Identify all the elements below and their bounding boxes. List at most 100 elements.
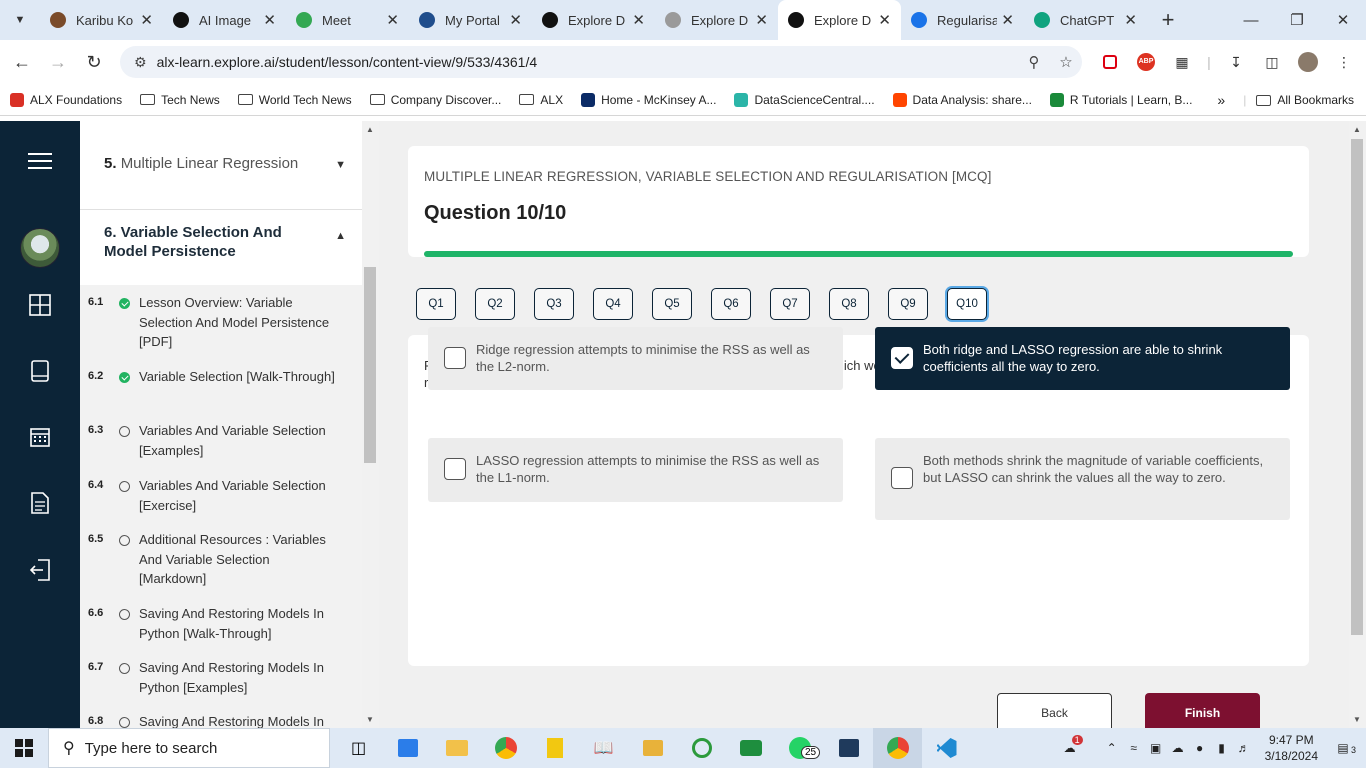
restore-icon[interactable]: ❐: [1274, 0, 1320, 40]
calendar-icon[interactable]: [28, 425, 52, 449]
bookmark-star-icon[interactable]: ☆: [1050, 53, 1082, 71]
chevron-up-tray-icon[interactable]: ⌃: [1101, 741, 1123, 755]
answer-option[interactable]: LASSO regression attempts to minimise th…: [428, 438, 843, 502]
question-nav-button[interactable]: Q6: [711, 288, 751, 320]
scroll-up-arrow-icon[interactable]: ▲: [366, 125, 374, 134]
downloads-icon[interactable]: ↧: [1218, 46, 1254, 78]
profile-avatar[interactable]: [1290, 46, 1326, 78]
scroll-down-arrow-icon[interactable]: ▼: [366, 715, 374, 724]
forward-arrow-icon[interactable]: →: [40, 44, 76, 80]
checked-checkbox-icon[interactable]: [891, 347, 913, 369]
question-nav-button[interactable]: Q1: [416, 288, 456, 320]
bookmark-item[interactable]: Data Analysis: share...: [892, 92, 1032, 107]
reload-icon[interactable]: ↻: [76, 44, 112, 80]
browser-tab[interactable]: Regularisa ✕: [901, 0, 1024, 40]
bookmark-item[interactable]: ALX Foundations: [10, 92, 122, 107]
chevron-down-icon[interactable]: ▼: [335, 159, 346, 171]
checkbox[interactable]: [891, 467, 913, 489]
vscode-icon[interactable]: [922, 728, 971, 768]
store-app-icon[interactable]: [383, 728, 432, 768]
browser-tab[interactable]: Explore D ✕: [532, 0, 655, 40]
minimize-icon[interactable]: —: [1228, 0, 1274, 40]
question-nav-button[interactable]: Q5: [652, 288, 692, 320]
tab-close-icon[interactable]: ✕: [263, 11, 276, 29]
tab-close-icon[interactable]: ✕: [1124, 11, 1137, 29]
camera-icon[interactable]: ▣: [1145, 741, 1167, 755]
windows-start-icon[interactable]: [0, 728, 48, 768]
document-icon[interactable]: [28, 491, 52, 515]
sidebar-scrollbar[interactable]: ▲ ▼: [362, 121, 379, 728]
new-tab-plus-icon[interactable]: +: [1153, 0, 1183, 40]
url-text[interactable]: alx-learn.explore.ai/student/lesson/cont…: [157, 54, 1018, 70]
close-window-icon[interactable]: ✕: [1320, 0, 1366, 40]
user-avatar[interactable]: [20, 228, 60, 268]
question-nav-button[interactable]: Q3: [534, 288, 574, 320]
page-scrollbar[interactable]: ▲ ▼: [1349, 121, 1366, 728]
book-icon[interactable]: [28, 359, 52, 383]
battery-icon[interactable]: ▮: [1211, 741, 1233, 755]
extensions-puzzle-icon[interactable]: ▦: [1164, 46, 1200, 78]
weather-icon[interactable]: ☁ 1: [1053, 735, 1087, 755]
hamburger-menu-icon[interactable]: [28, 149, 52, 173]
bookmark-item[interactable]: DataScienceCentral....: [734, 92, 875, 107]
adblock-extension-icon[interactable]: ABP: [1128, 46, 1164, 78]
tableau-app-icon[interactable]: [824, 728, 873, 768]
bookmark-item[interactable]: Home - McKinsey A...: [581, 92, 716, 107]
page-scroll-down-icon[interactable]: ▼: [1353, 715, 1361, 724]
tab-close-icon[interactable]: ✕: [140, 11, 153, 29]
taskbar-search[interactable]: ⚲ Type here to search: [48, 728, 330, 768]
files-app-icon[interactable]: [628, 728, 677, 768]
question-nav-button[interactable]: Q7: [770, 288, 810, 320]
meet-app-icon[interactable]: [726, 728, 775, 768]
answer-option[interactable]: Ridge regression attempts to minimise th…: [428, 327, 843, 390]
omnibox[interactable]: ⚙ alx-learn.explore.ai/student/lesson/co…: [120, 46, 1082, 78]
question-nav-button[interactable]: Q10: [947, 288, 987, 320]
back-arrow-icon[interactable]: ←: [4, 44, 40, 80]
bookmark-item[interactable]: Company Discover...: [369, 93, 501, 107]
tab-close-icon[interactable]: ✕: [632, 11, 645, 29]
tab-search-chevron-icon[interactable]: ▼: [8, 8, 32, 32]
browser-tab[interactable]: Explore D ✕: [655, 0, 778, 40]
chrome-app-icon[interactable]: [481, 728, 530, 768]
dashboard-grid-icon[interactable]: [28, 293, 52, 317]
browser-tab[interactable]: ChatGPT ✕: [1024, 0, 1147, 40]
whatsapp-icon[interactable]: 25: [775, 728, 824, 768]
cloud-sync-icon[interactable]: ☁: [1167, 741, 1189, 755]
browser-tab[interactable]: AI Image ✕: [163, 0, 286, 40]
logout-icon[interactable]: [28, 558, 52, 582]
question-nav-button[interactable]: Q8: [829, 288, 869, 320]
sidebar-scroll-thumb[interactable]: [364, 267, 376, 463]
page-scroll-up-icon[interactable]: ▲: [1353, 125, 1361, 134]
all-bookmarks-link[interactable]: All Bookmarks: [1277, 93, 1354, 107]
answer-option[interactable]: Both methods shrink the magnitude of var…: [875, 438, 1290, 520]
bookmark-item[interactable]: Tech News: [140, 93, 220, 107]
back-button[interactable]: Back: [997, 693, 1112, 728]
tab-close-icon[interactable]: ✕: [878, 11, 891, 29]
volume-icon[interactable]: ♬: [1233, 741, 1255, 755]
screen-record-extension-icon[interactable]: [1092, 46, 1128, 78]
more-bookmarks-chevron-icon[interactable]: »: [1217, 92, 1225, 108]
checkbox[interactable]: [444, 458, 466, 480]
chevron-up-icon[interactable]: ▲: [335, 227, 346, 246]
powerbi-icon[interactable]: [530, 728, 579, 768]
question-nav-button[interactable]: Q9: [888, 288, 928, 320]
page-scroll-thumb[interactable]: [1351, 139, 1363, 635]
section-6-header[interactable]: 6. Variable Selection And Model Persiste…: [80, 209, 362, 285]
browser-tab[interactable]: Explore D ✕: [778, 0, 901, 40]
reader-app-icon[interactable]: 📖: [579, 728, 628, 768]
task-view-icon[interactable]: ◫: [334, 728, 383, 768]
question-nav-button[interactable]: Q2: [475, 288, 515, 320]
notifications-icon[interactable]: ▤ 3: [1328, 741, 1358, 755]
question-nav-button[interactable]: Q4: [593, 288, 633, 320]
tab-close-icon[interactable]: ✕: [386, 11, 399, 29]
bookmark-item[interactable]: R Tutorials | Learn, B...: [1049, 92, 1192, 107]
clock[interactable]: 9:47 PM 3/18/2024: [1265, 732, 1318, 764]
refresh-app-icon[interactable]: [677, 728, 726, 768]
browser-tab[interactable]: My Portal ✕: [409, 0, 532, 40]
wifi-icon[interactable]: ≈: [1123, 741, 1145, 755]
browser-tab[interactable]: Meet ✕: [286, 0, 409, 40]
browser-tab[interactable]: Karibu Ko ✕: [40, 0, 163, 40]
bookmark-item[interactable]: World Tech News: [237, 93, 352, 107]
bookmark-item[interactable]: ALX: [519, 93, 563, 107]
file-explorer-icon[interactable]: [432, 728, 481, 768]
